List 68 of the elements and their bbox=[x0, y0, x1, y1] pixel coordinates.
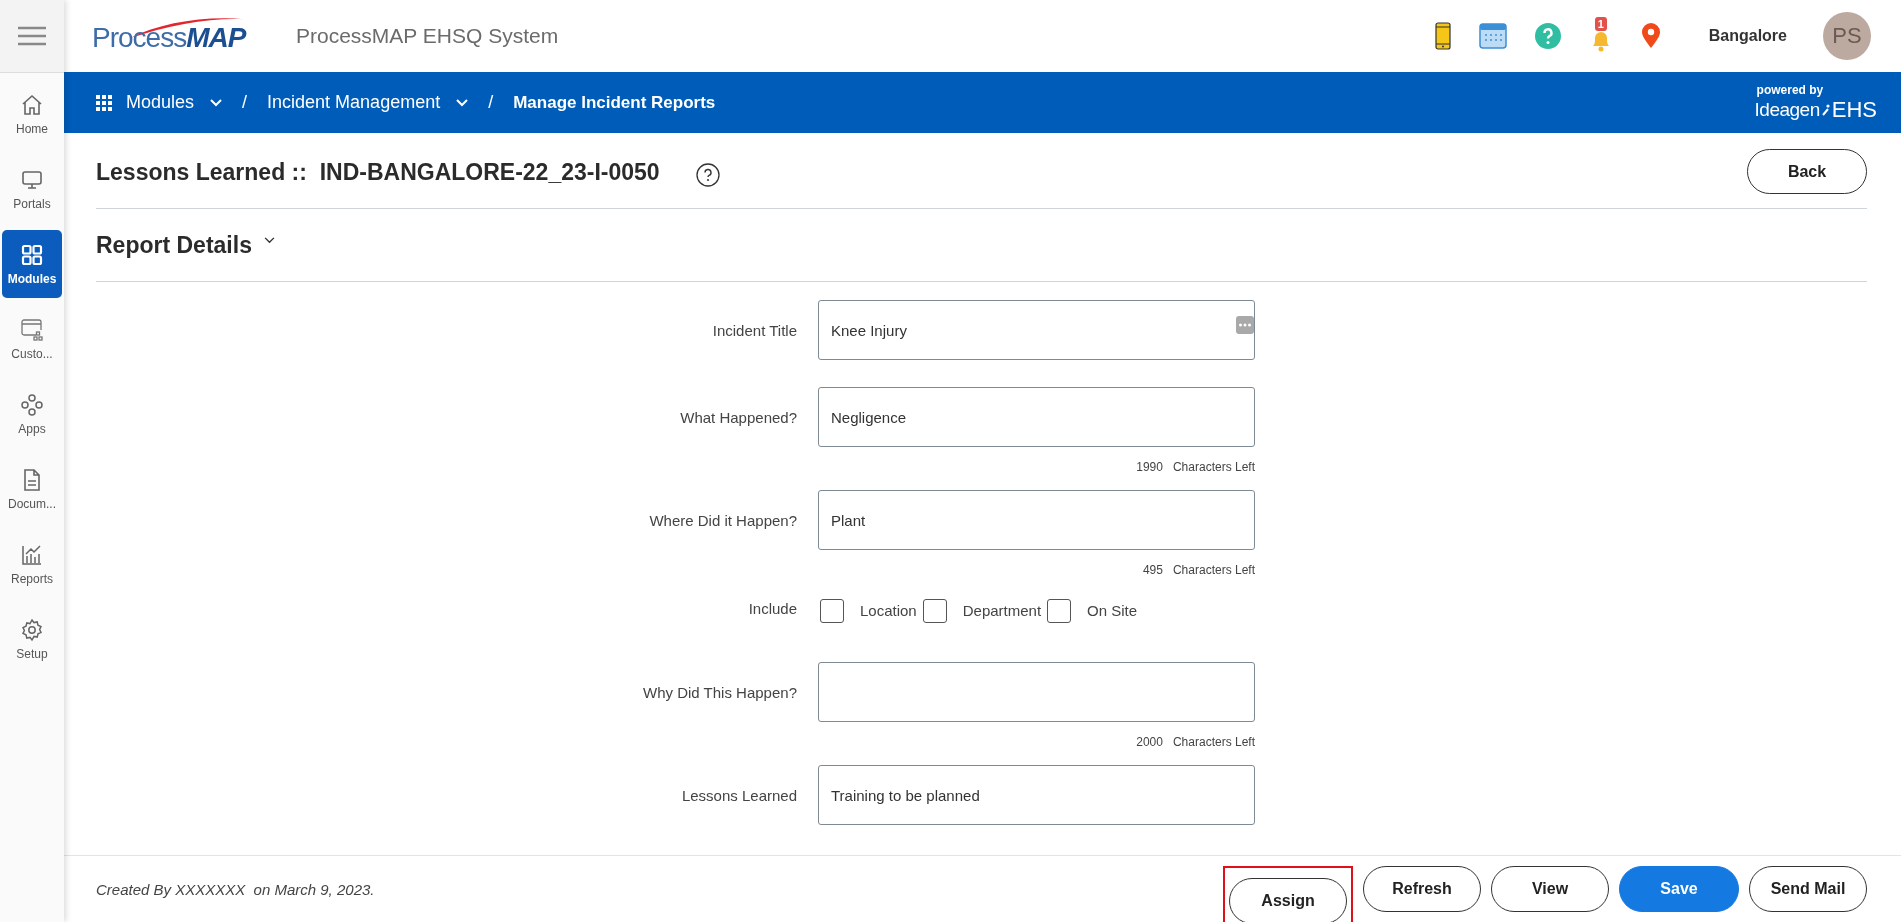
sidebar-item[interactable]: Portals bbox=[2, 155, 62, 223]
processmap-logo: ProcessMAP bbox=[92, 18, 252, 54]
sidebar-item[interactable]: Docum... bbox=[2, 455, 62, 523]
field-label: Where Did it Happen? bbox=[648, 511, 797, 529]
field-label: Include bbox=[747, 600, 797, 617]
location-name[interactable]: Bangalore bbox=[1708, 27, 1787, 45]
checkbox-label: On Site bbox=[1087, 602, 1138, 619]
sidebar-item[interactable]: Setup bbox=[2, 605, 62, 673]
chevron-down-icon[interactable] bbox=[263, 236, 275, 244]
field-label: Why Did This Happen? bbox=[642, 683, 797, 701]
text-field[interactable]: Training to be planned bbox=[818, 765, 1255, 825]
chevron-down-icon bbox=[456, 98, 469, 107]
sidebar-item[interactable]: Custo... bbox=[2, 305, 62, 373]
brand-name: Ideagen bbox=[1754, 98, 1820, 121]
field-label: What Happened? bbox=[679, 408, 797, 426]
page-title: Lessons Learned :: IND-BANGALORE-22_23-I-0050 bbox=[96, 159, 660, 186]
grid-icon bbox=[20, 242, 44, 267]
breadcrumb-link[interactable]: Incident Management bbox=[267, 92, 469, 113]
text-field[interactable]: Negligence bbox=[818, 387, 1255, 447]
chart-icon bbox=[20, 542, 44, 567]
sidebar-item[interactable]: Reports bbox=[2, 530, 62, 598]
settings-icon bbox=[20, 617, 44, 642]
action-button[interactable]: Send Mail bbox=[1749, 866, 1867, 912]
characters-count: 495 bbox=[1142, 563, 1163, 577]
action-button[interactable]: Save bbox=[1619, 866, 1739, 912]
breadcrumb-link[interactable]: Manage Incident Reports bbox=[513, 92, 716, 113]
checkbox[interactable] bbox=[820, 598, 844, 623]
field-label: Lessons Learned bbox=[680, 786, 797, 804]
section-title: Report Details bbox=[96, 231, 252, 259]
created-by-text: Created By XXXXXXX on March 9, 2023. bbox=[96, 880, 375, 898]
checkbox[interactable] bbox=[1047, 598, 1072, 623]
breadcrumb-link[interactable]: Modules bbox=[126, 92, 223, 113]
location-pin-icon[interactable] bbox=[1640, 23, 1661, 49]
characters-count: 2000 bbox=[1136, 735, 1163, 749]
action-button[interactable]: Refresh bbox=[1363, 866, 1481, 912]
brand-mark-icon bbox=[1821, 103, 1830, 116]
chevron-down-icon bbox=[210, 98, 223, 107]
apps-grid-icon[interactable] bbox=[96, 94, 112, 111]
characters-left-label: Characters Left bbox=[1172, 563, 1255, 577]
phone-icon[interactable] bbox=[1434, 22, 1451, 50]
menu-icon[interactable] bbox=[18, 26, 46, 46]
characters-left-label: Characters Left bbox=[1172, 460, 1255, 474]
window-icon bbox=[20, 317, 44, 342]
text-field[interactable] bbox=[818, 662, 1255, 722]
circles-icon bbox=[20, 392, 44, 417]
brand-product: EHS bbox=[1831, 96, 1877, 123]
sidebar-item[interactable]: Modules bbox=[2, 230, 62, 298]
checkbox-label: Department bbox=[962, 602, 1042, 619]
home-icon bbox=[20, 92, 44, 117]
checkbox[interactable] bbox=[922, 598, 947, 623]
sidebar-item[interactable]: Home bbox=[2, 80, 62, 148]
text-field[interactable]: Knee Injury bbox=[818, 300, 1255, 360]
powered-by-text: powered by bbox=[1756, 82, 1824, 97]
text-field[interactable]: Plant bbox=[818, 490, 1255, 550]
characters-left-label: Characters Left bbox=[1172, 735, 1255, 749]
checkbox-label: Location bbox=[860, 602, 917, 619]
calendar-icon[interactable] bbox=[1478, 23, 1507, 49]
notification-badge: 1 bbox=[1594, 16, 1607, 31]
field-label: Incident Title bbox=[711, 321, 797, 339]
breadcrumb-separator: / bbox=[488, 92, 494, 113]
app-title: ProcessMAP EHSQ System bbox=[296, 24, 559, 48]
sidebar-item[interactable]: Apps bbox=[2, 380, 62, 448]
help-icon[interactable] bbox=[695, 162, 720, 187]
back-button[interactable]: Back bbox=[1747, 149, 1867, 194]
action-button[interactable]: Assign bbox=[1229, 878, 1347, 922]
breadcrumb-separator: / bbox=[242, 92, 248, 113]
action-button[interactable]: View bbox=[1491, 866, 1609, 912]
characters-count: 1990 bbox=[1136, 460, 1163, 474]
